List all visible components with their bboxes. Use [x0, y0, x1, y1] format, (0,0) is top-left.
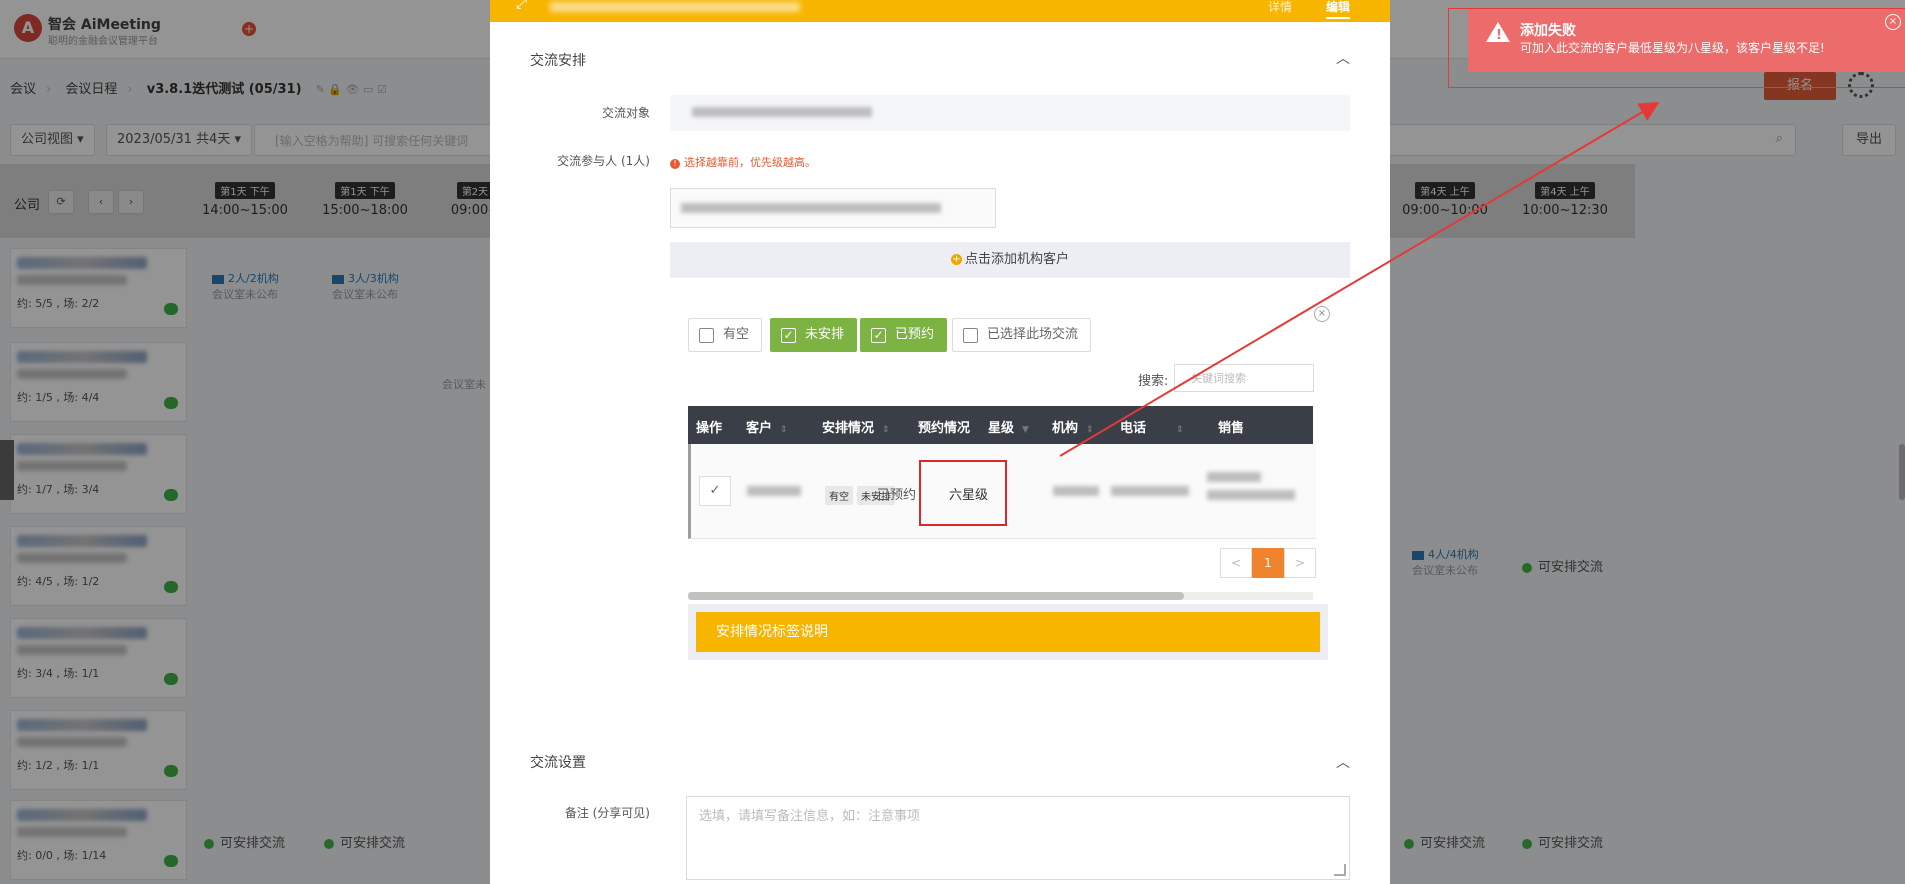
checkbox-icon — [963, 328, 978, 343]
page-prev[interactable]: < — [1220, 548, 1252, 578]
sales-redacted — [1207, 490, 1295, 500]
legend-toggle[interactable]: 安排情况标签说明 — [696, 612, 1320, 652]
sort-desc-icon: ▼ — [1022, 425, 1029, 435]
collapse-icon[interactable]: ︿ — [1336, 752, 1350, 772]
participants-label: 交流参与人 (1人) — [557, 154, 650, 168]
add-org-customer-button[interactable]: + 点击添加机构客户 — [670, 242, 1350, 278]
col-phone[interactable]: 电话 ⇕ — [1120, 417, 1184, 436]
toast-message: 可加入此交流的客户最低星级为八星级，该客户星级不足! — [1520, 41, 1825, 55]
table-horizontal-scrollbar[interactable] — [688, 592, 1313, 600]
select-checkbox[interactable]: ✓ — [699, 476, 731, 506]
collapse-icon[interactable]: ︿ — [1336, 48, 1350, 68]
participant-entry[interactable] — [670, 188, 996, 228]
section-title-arrangement: 交流安排 — [530, 53, 586, 69]
filter-selected-this[interactable]: 已选择此场交流 — [952, 318, 1092, 352]
col-action: 操作 — [696, 421, 723, 436]
tab-edit[interactable]: 编辑 — [1326, 0, 1351, 19]
filter-available[interactable]: 有空 — [688, 318, 763, 352]
filter-unarranged[interactable]: ✓ 未安排 — [770, 318, 858, 352]
plus-icon: + — [950, 254, 962, 265]
customer-redacted — [747, 486, 801, 496]
star-level: 六星级 — [949, 488, 989, 503]
col-star[interactable]: 星级 ▼ — [988, 417, 1029, 436]
note-placeholder: 选填，请填写备注信息，如：注意事项 — [699, 809, 921, 824]
phone-redacted — [1111, 486, 1189, 496]
booking-status: 已预约 — [877, 488, 917, 503]
target-label: 交流对象 — [601, 106, 650, 120]
col-org[interactable]: 机构 ⇕ — [1052, 417, 1094, 436]
close-icon[interactable]: × — [1314, 306, 1330, 322]
target-field[interactable] — [670, 95, 1350, 131]
sales-redacted — [1207, 472, 1261, 482]
modal-header: ⤢ 详情 编辑 — [490, 0, 1390, 22]
sort-icon: ⇕ — [1086, 425, 1094, 435]
col-sales: 销售 — [1218, 421, 1245, 436]
table-header: 操作 客户 ⇕ 安排情况 ⇕ 预约情况 星级 ▼ 机构 ⇕ 电话 ⇕ 销售 — [688, 406, 1313, 444]
legend-panel: 安排情况标签说明 — [688, 604, 1328, 660]
filter-booked[interactable]: ✓ 已预约 — [860, 318, 948, 352]
sort-icon: ⇕ — [882, 425, 890, 435]
badge-available: 有空 — [825, 486, 853, 505]
checkbox-checked-icon: ✓ — [871, 328, 886, 343]
note-textarea[interactable]: 选填，请填写备注信息，如：注意事项 — [686, 796, 1350, 880]
sort-icon: ⇕ — [1176, 425, 1184, 435]
toast-title: 添加失败 — [1520, 23, 1576, 39]
checkbox-icon — [699, 328, 714, 343]
error-toast: ! 添加失败 可加入此交流的客户最低星级为八星级，该客户星级不足! × — [1468, 10, 1905, 72]
checkbox-checked-icon: ✓ — [781, 328, 796, 343]
priority-warning: ! 选择越靠前，优先级越高。 — [670, 154, 816, 170]
arrangement-modal: ⤢ 详情 编辑 交流安排 ︿ 交流对象 交流参与人 (1人) ! 选择越靠前，优先… — [490, 0, 1390, 884]
page-current[interactable]: 1 — [1252, 548, 1284, 578]
tab-details[interactable]: 详情 — [1268, 0, 1292, 15]
col-arrangement[interactable]: 安排情况 ⇕ — [822, 417, 890, 436]
col-customer[interactable]: 客户 ⇕ — [746, 417, 788, 436]
section-title-settings: 交流设置 — [530, 755, 586, 771]
org-redacted — [1053, 486, 1099, 496]
table-row[interactable]: ✓ 有空 未安排 已预约 六星级 — [688, 444, 1316, 539]
warning-icon: ! — [670, 159, 680, 169]
note-label: 备注 (分享可见) — [564, 806, 650, 820]
page-next[interactable]: > — [1284, 548, 1316, 578]
col-booking: 预约情况 — [918, 421, 971, 436]
resize-handle-icon[interactable] — [1334, 864, 1346, 876]
toast-close-icon[interactable]: × — [1885, 14, 1901, 30]
expand-icon[interactable]: ⤢ — [516, 0, 527, 12]
sort-icon: ⇕ — [780, 425, 788, 435]
modal-title-redacted — [550, 2, 800, 12]
